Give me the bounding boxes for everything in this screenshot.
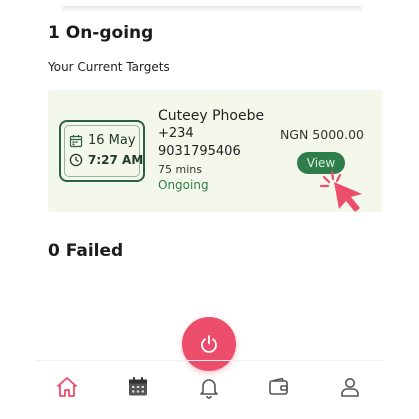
date-row: 16 May: [69, 133, 136, 148]
date-time-box: 16 May 7:27 AM: [59, 120, 145, 182]
target-time: 7:27 AM: [88, 153, 144, 167]
failed-title: 0 Failed: [48, 241, 124, 261]
home-icon: [57, 377, 77, 397]
duration: 75 mins: [158, 163, 202, 176]
amount: NGN 5000.00: [279, 127, 364, 142]
ongoing-title: 1 On-going: [48, 23, 154, 43]
power-icon: [201, 335, 217, 353]
pointer-cursor-icon: [319, 170, 362, 212]
target-date: 16 May: [88, 133, 136, 148]
client-name: Cuteey Phoebe: [158, 108, 265, 124]
nav-home[interactable]: [54, 374, 80, 400]
bottom-navigation: [36, 360, 384, 419]
nav-wallet[interactable]: [266, 374, 292, 400]
current-targets-label: Your Current Targets: [48, 60, 170, 74]
wallet-icon: [269, 377, 288, 395]
nav-profile[interactable]: [337, 374, 363, 400]
calendar-small-icon: [69, 134, 83, 148]
status-label: Ongoing: [158, 178, 209, 192]
profile-icon: [341, 378, 359, 397]
calendar-icon: [129, 377, 147, 396]
screen: 1 On-going Your Current Targets 16 May 7…: [0, 0, 419, 419]
phone-number: 9031795406: [158, 144, 241, 159]
target-info: Cuteey Phoebe +234 9031795406 75 mins On…: [158, 107, 288, 193]
top-divider: [62, 6, 362, 12]
phone-prefix: +234: [158, 126, 194, 141]
clock-icon: [69, 153, 83, 167]
nav-calendar[interactable]: [125, 374, 151, 400]
time-row: 7:27 AM: [69, 153, 143, 167]
bell-icon: [200, 379, 218, 399]
nav-notifications[interactable]: [196, 374, 222, 400]
